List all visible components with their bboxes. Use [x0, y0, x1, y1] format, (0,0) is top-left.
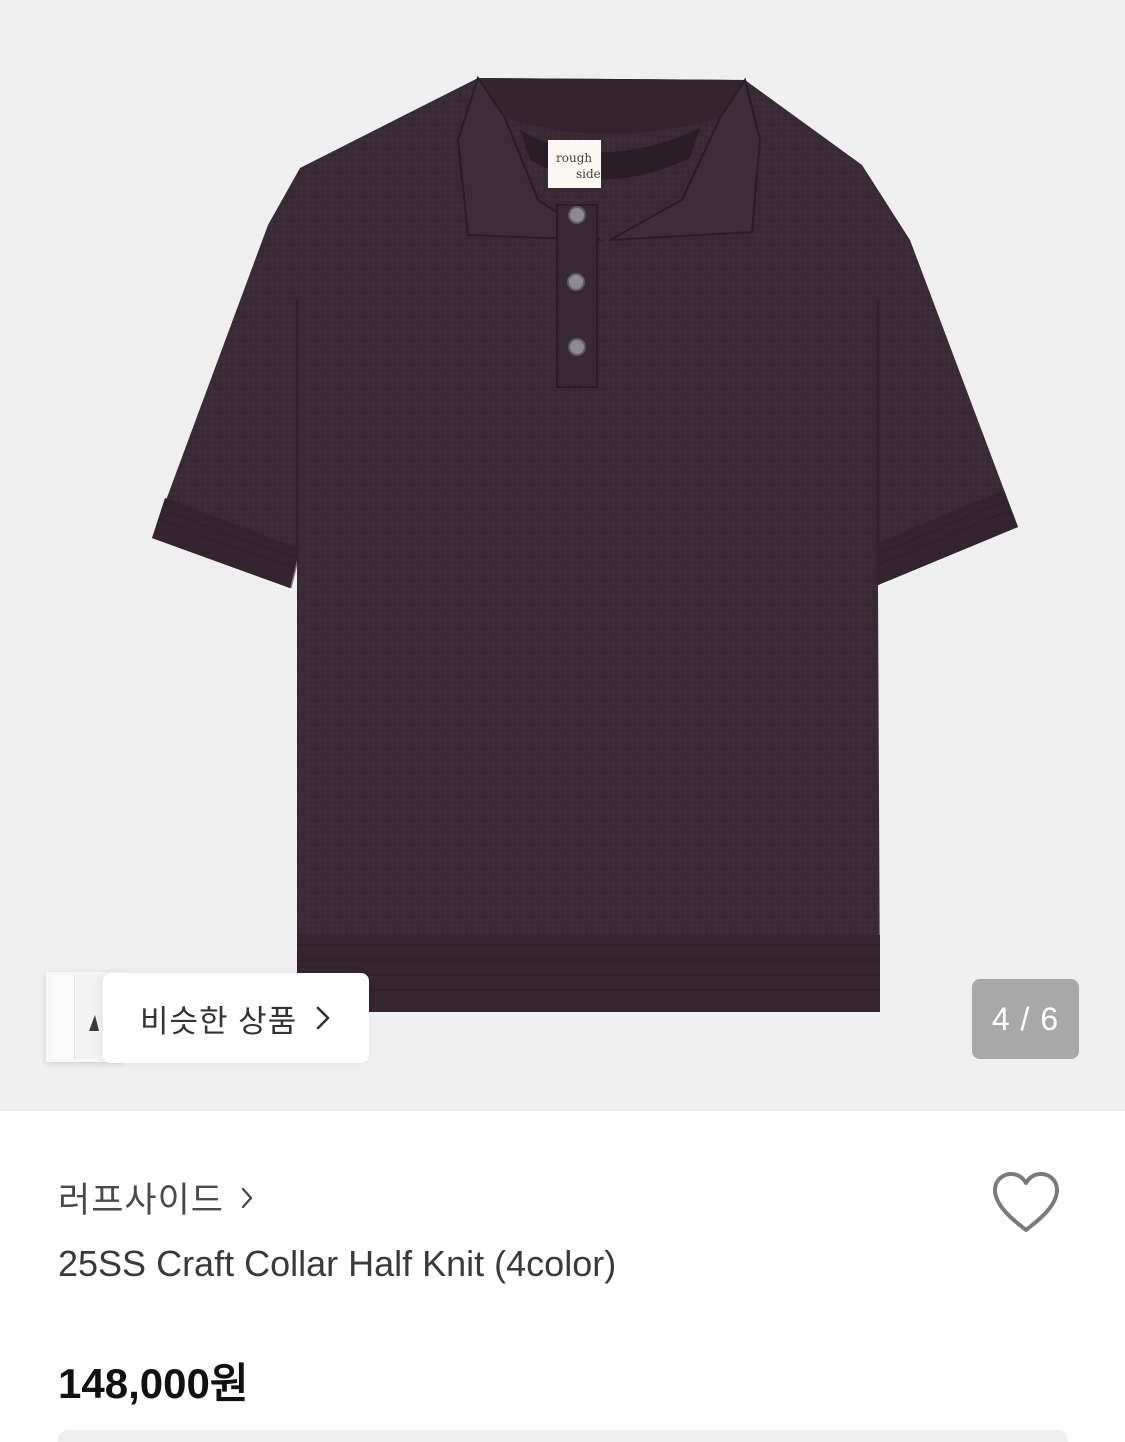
- similar-thumb-2: [76, 975, 102, 1059]
- brand-link[interactable]: 러프사이드: [58, 1172, 254, 1223]
- product-detail-page: rough side 비슷한 상품 4 / 6 러프사이드 25SS Craft…: [0, 0, 1125, 1442]
- product-price: 148,000원: [58, 1360, 249, 1407]
- chevron-right-icon: [241, 1187, 253, 1208]
- product-photo: rough side: [152, 75, 1018, 1012]
- similar-products-label: 비슷한 상품: [140, 1003, 298, 1039]
- similar-products-button[interactable]: 비슷한 상품: [103, 973, 369, 1063]
- product-title: 25SS Craft Collar Half Knit (4color): [58, 1243, 617, 1284]
- heart-outline-icon[interactable]: [990, 1170, 1062, 1236]
- brand-name: 러프사이드: [58, 1181, 225, 1220]
- product-image-carousel[interactable]: rough side 비슷한 상품 4 / 6: [0, 0, 1125, 1111]
- image-counter-badge: 4 / 6: [972, 979, 1079, 1059]
- similar-thumb-1: [52, 975, 75, 1059]
- bottom-section-edge: [58, 1430, 1068, 1442]
- tag-text-line1: rough: [556, 151, 592, 165]
- chevron-right-icon: [316, 1006, 330, 1030]
- tag-text-line2: side: [576, 167, 601, 181]
